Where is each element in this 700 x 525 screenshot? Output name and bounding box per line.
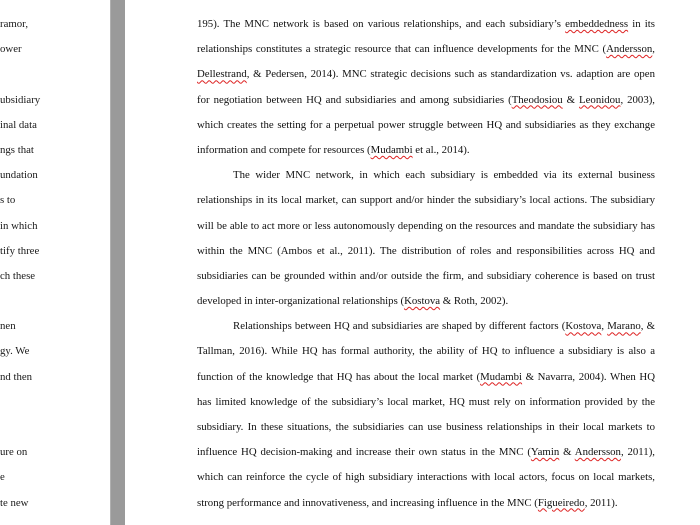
current-page[interactable]: 195). The MNC network is based on variou… [125,0,700,525]
misspelled-word: Leonidou [579,93,621,106]
text-run: & Roth, 2002). [440,295,509,308]
text-run: function of the knowledge that HQ has ab… [197,370,481,383]
misspelled-word: Theodosiou [511,93,563,106]
previous-page-line [0,62,40,87]
text-run: , & Pedersen, 2014). MNC strategic decis… [246,68,655,81]
previous-page-line: ngs that [0,143,34,156]
text-run: , 2011), [620,446,656,459]
text-line: subsidiaries can be grounded within and/… [197,264,655,289]
text-run: , 2011). [584,496,618,509]
misspelled-word: Mudambi [480,370,523,383]
text-line: will be able to act more or less autonom… [197,214,655,239]
text-line: information and compete for resources (M… [197,138,655,163]
previous-page-line: ure on [0,446,28,459]
previous-page-line: undation [0,169,38,182]
previous-page-line: ramor, [0,18,29,30]
previous-page-line: nen [0,320,16,333]
text-run: , [652,43,655,56]
text-run: , & [640,320,656,333]
misspelled-word: Andersson [606,43,653,56]
text-line: Tallman, 2016). While HQ has formal auth… [197,339,655,364]
text-run: has limited knowledge of the subsidiary’… [197,395,655,408]
previous-page-line [0,390,40,415]
text-run: et al., 2014). [412,143,470,156]
text-run: which can reinforce the cycle of high su… [197,471,655,484]
previous-page-line: te new [0,496,29,509]
text-line: within the MNC (Ambos et al., 2011). The… [197,239,655,264]
misspelled-word: Marano [607,320,641,333]
text-run: , 2003), [620,93,656,106]
document-viewport[interactable]: ramor, ower ubsidiary inal data ngs that unda… [0,0,700,525]
misspelled-word: Figueiredo [537,496,585,509]
text-run: relationships constitutes a strategic re… [197,43,607,56]
text-run: & Navarra, 2004). When HQ [522,370,655,383]
text-run: information and compete for resources ( [197,143,371,156]
text-line: influence HQ decision-making and increas… [197,440,655,465]
text-run: & [562,93,580,106]
text-line: developed in inter-organizational relati… [197,289,655,314]
text-line: which creates the setting for a perpetua… [197,113,655,138]
page-gap [111,0,125,525]
text-run: The wider MNC network, in which each sub… [233,169,655,182]
text-run: Tallman, 2016). While HQ has formal auth… [197,345,655,358]
previous-page-text: ramor, ower ubsidiary inal data ngs that unda… [0,12,40,516]
previous-page-line: in which [0,219,38,232]
text-line: 195). The MNC network is based on variou… [197,12,655,37]
previous-page-line: s to [0,194,16,207]
previous-page-line: ower [0,43,22,56]
text-line: The wider MNC network, in which each sub… [197,163,655,188]
misspelled-word: Kostova [565,320,602,333]
previous-page-line: tify three [0,244,40,257]
text-run: strong performance and innovativeness, a… [197,496,538,509]
previous-page-line: ubsidiary [0,93,41,106]
text-run: developed in inter-organizational relati… [197,295,405,308]
misspelled-word: Mudambi [370,143,413,156]
previous-page-line: e [0,471,5,484]
text-run: 195). The MNC network is based on variou… [197,18,566,30]
text-run: subsidiary. In these situations, the sub… [197,421,655,433]
text-line: relationships in its local market, can s… [197,188,655,213]
misspelled-word: Dellestrand [197,68,247,81]
text-run: & [559,446,575,459]
misspelled-word: embeddedness [565,18,629,30]
previous-page-line: ch these [0,269,36,282]
text-line: subsidiary. In these situations, the sub… [197,415,655,440]
text-run: within the MNC (Ambos et al., 2011). The… [197,244,655,257]
text-line: relationships constitutes a strategic re… [197,37,655,62]
text-run: which creates the setting for a perpetua… [197,118,655,131]
previous-page-line: gy. We [0,345,30,358]
text-run: Relationships between HQ and subsidiarie… [233,320,566,333]
text-line: Dellestrand, & Pedersen, 2014). MNC stra… [197,62,655,87]
misspelled-word: Yamin [530,446,560,459]
text-run: in its [628,18,656,30]
previous-page-line [0,289,40,314]
misspelled-word: Kostova [404,295,441,308]
text-run: subsidiaries can be grounded within and/… [197,269,655,282]
text-line: which can reinforce the cycle of high su… [197,465,655,490]
previous-page-line [0,415,40,440]
text-line: Relationships between HQ and subsidiarie… [197,314,655,339]
text-line: function of the knowledge that HQ has ab… [197,365,655,390]
text-line: strong performance and innovativeness, a… [197,491,655,516]
text-run: for negotiation between HQ and subsidiar… [197,93,512,106]
text-run: influence HQ decision-making and increas… [197,446,531,459]
misspelled-word: Andersson [574,446,621,459]
previous-page-line: inal data [0,118,37,131]
previous-page-line: nd then [0,370,33,383]
text-line: for negotiation between HQ and subsidiar… [197,88,655,113]
text-line: has limited knowledge of the subsidiary’… [197,390,655,415]
previous-page[interactable]: ramor, ower ubsidiary inal data ngs that unda… [0,0,111,525]
text-run: will be able to act more or less autonom… [197,219,655,232]
document-body: 195). The MNC network is based on variou… [197,12,655,516]
text-run: relationships in its local market, can s… [197,194,655,207]
